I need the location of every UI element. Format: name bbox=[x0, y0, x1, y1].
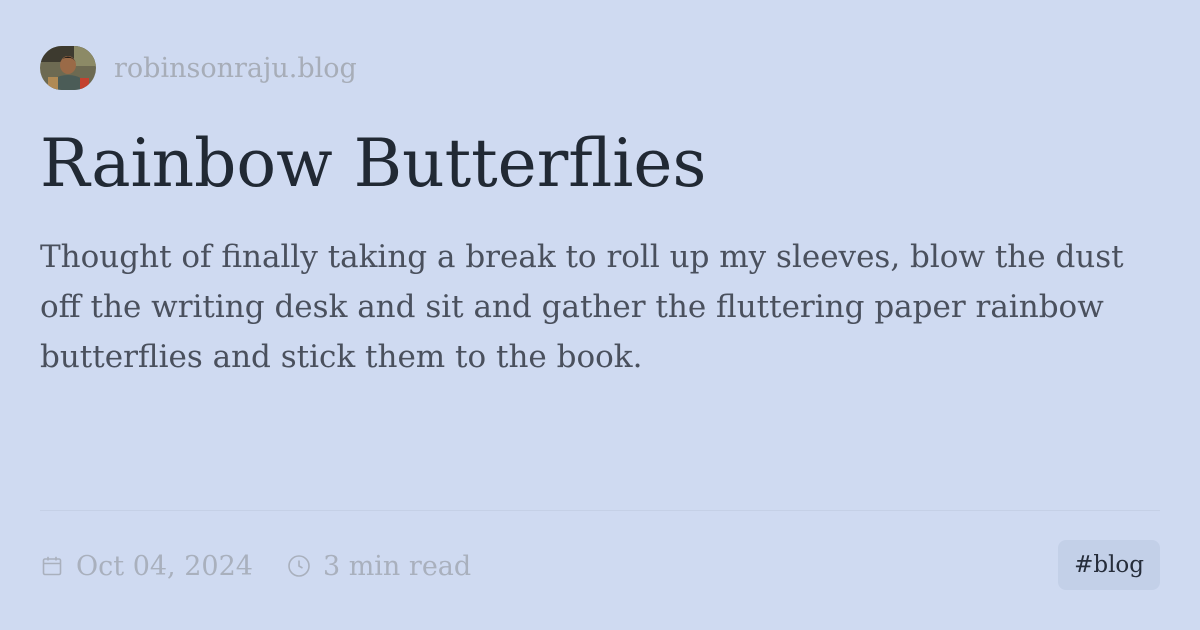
share-card: robinsonraju.blog Rainbow Butterflies Th… bbox=[0, 0, 1200, 630]
author-avatar bbox=[40, 46, 96, 90]
post-date: Oct 04, 2024 bbox=[40, 551, 253, 582]
read-time: 3 min read bbox=[287, 551, 471, 582]
read-time-text: 3 min read bbox=[322, 550, 472, 582]
site-header: robinsonraju.blog bbox=[40, 46, 357, 90]
clock-icon bbox=[287, 554, 311, 578]
post-excerpt: Thought of finally taking a break to rol… bbox=[40, 239, 1124, 375]
calendar-icon bbox=[40, 554, 64, 578]
post-meta: Oct 04, 2024 3 min read bbox=[40, 546, 471, 586]
post-title: Rainbow Butterflies bbox=[40, 125, 707, 202]
site-name[interactable]: robinsonraju.blog bbox=[114, 53, 357, 84]
divider bbox=[40, 510, 1160, 511]
post-date-text: Oct 04, 2024 bbox=[76, 550, 253, 582]
tag-blog[interactable]: #blog bbox=[1058, 540, 1160, 590]
